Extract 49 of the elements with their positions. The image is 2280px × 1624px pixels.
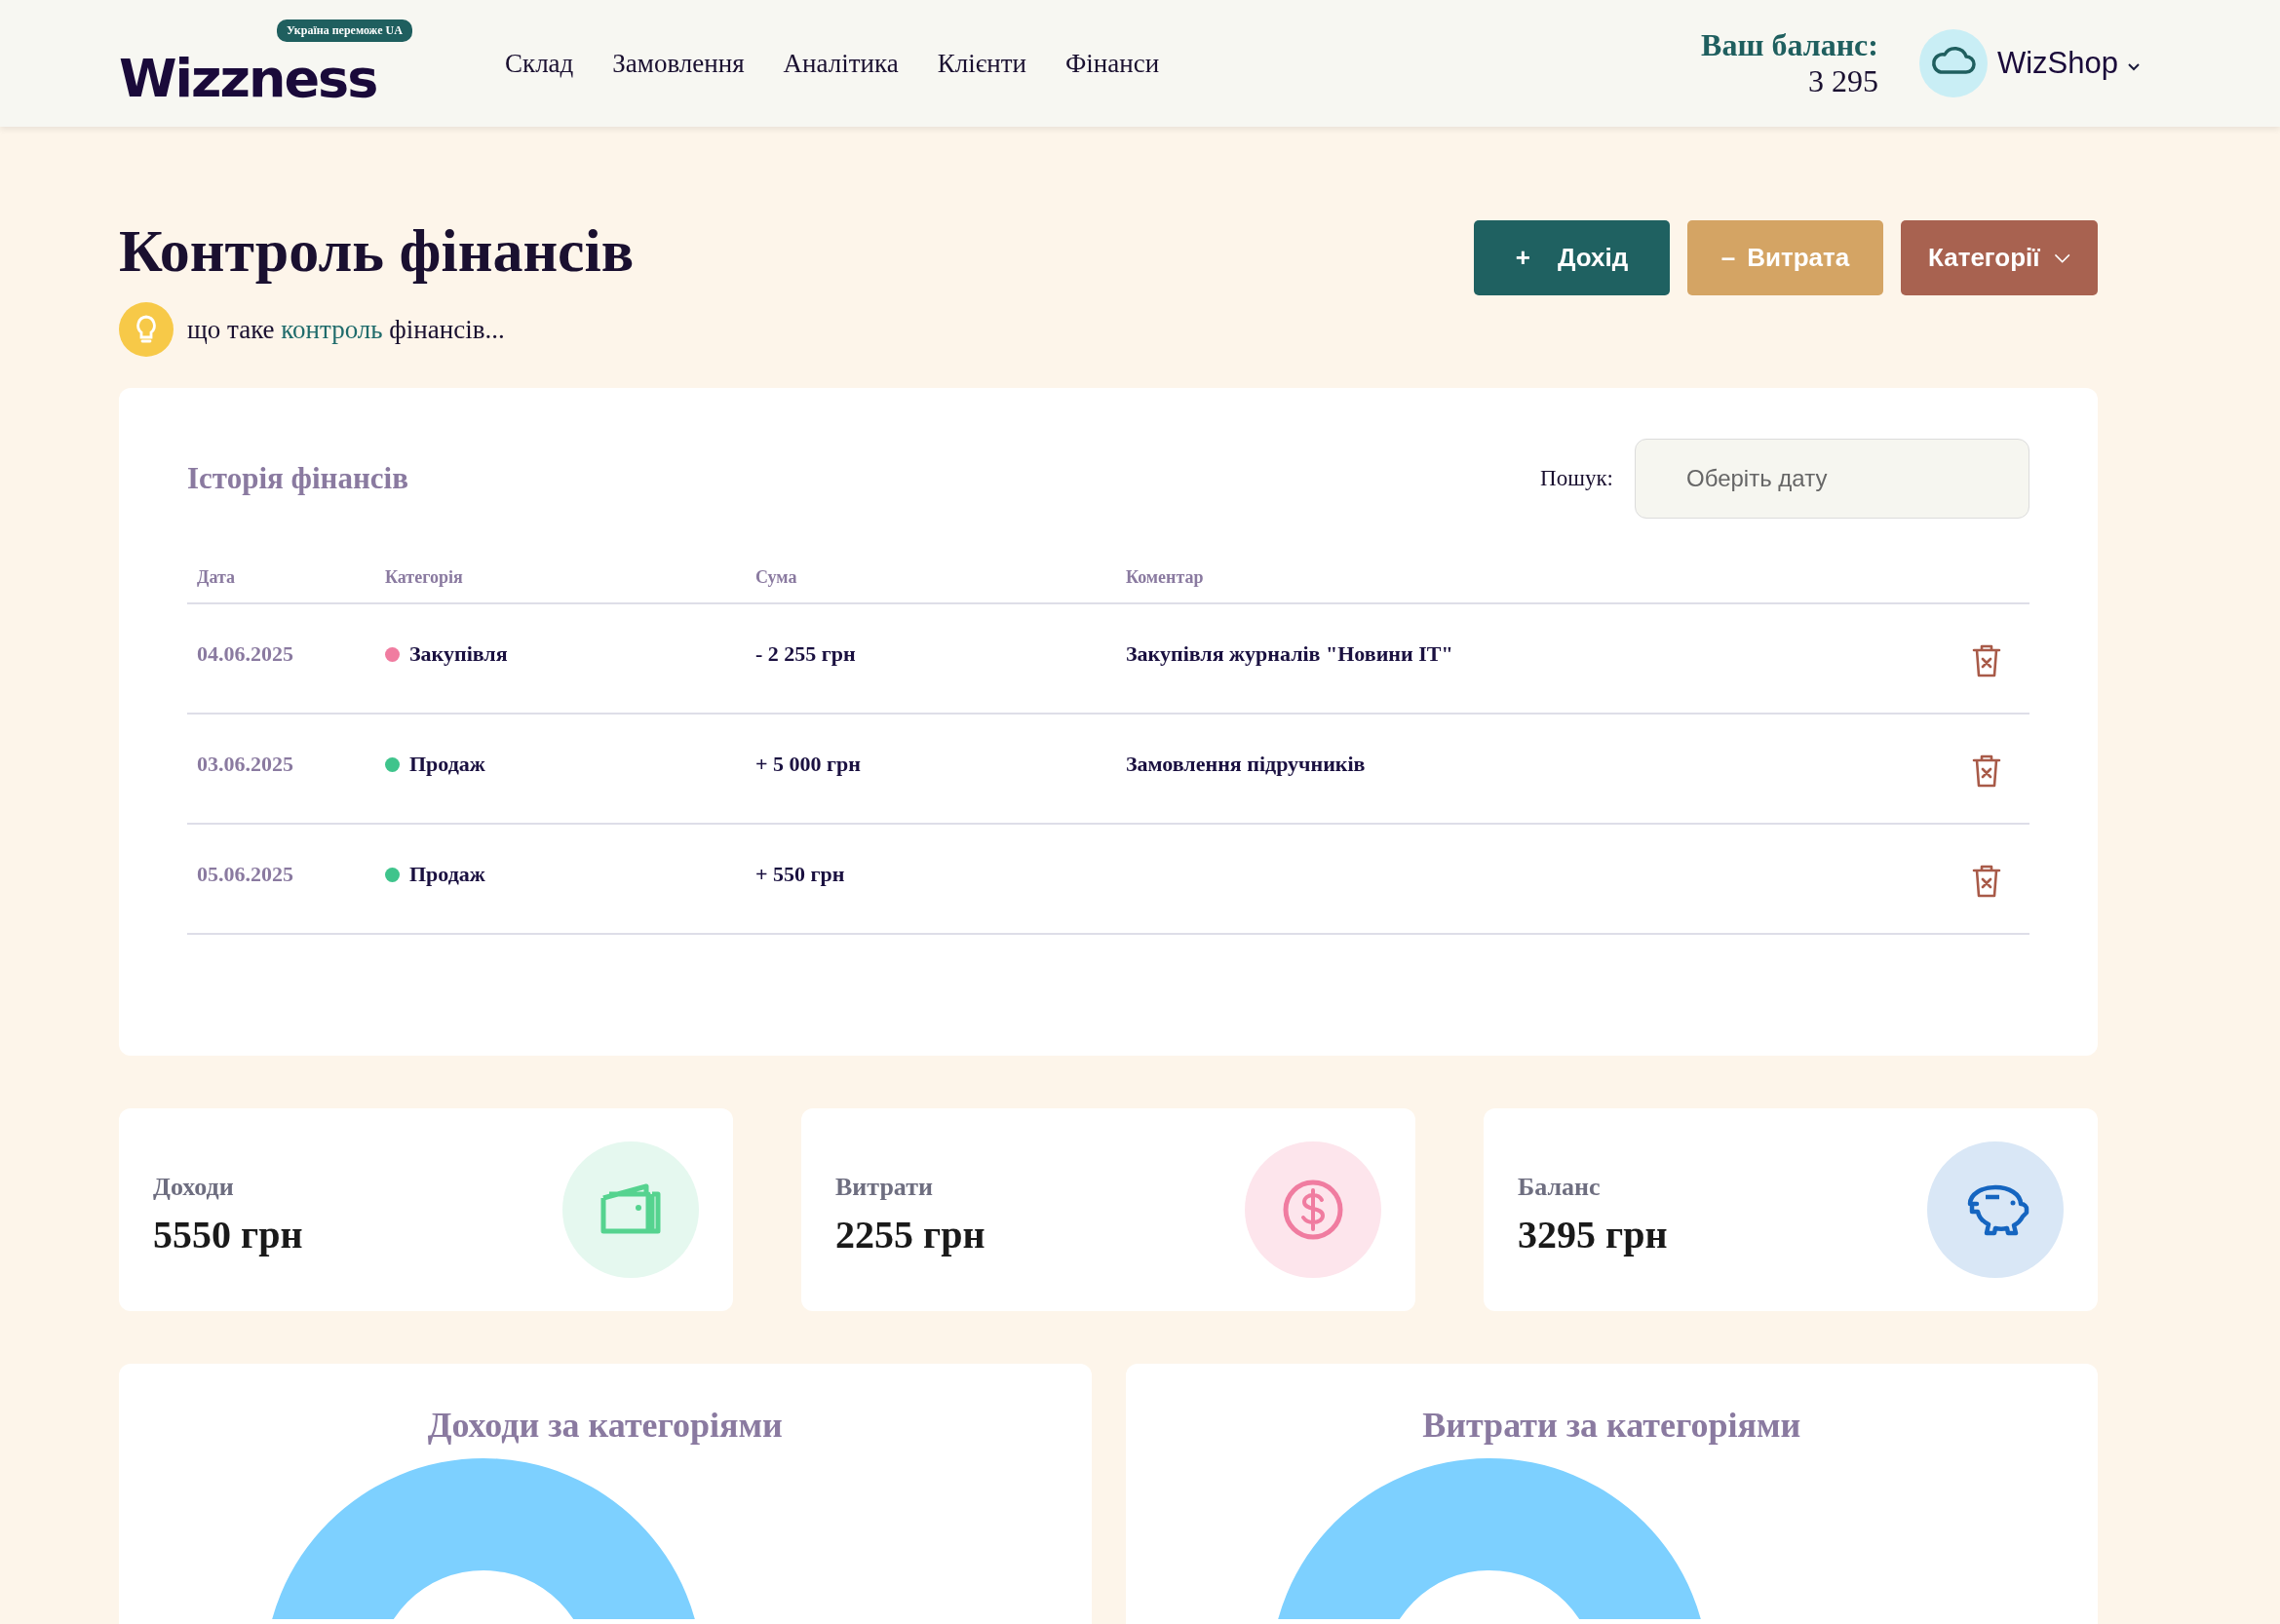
table-cell-text: Замовлення підручників — [1126, 752, 1367, 777]
column-header: Категорія — [385, 567, 464, 588]
table-cell-text: Закупівля журналів "Новини IT" — [1126, 641, 1454, 667]
table-cell-text: + 5 000 грн — [755, 752, 862, 777]
column-header: Дата — [197, 567, 236, 588]
chart-title: Витрати за категоріями — [1422, 1405, 1801, 1446]
search-label: Пошук: — [1540, 466, 1613, 491]
nav-link[interactable]: Замовлення — [612, 48, 745, 79]
column-header: Коментар — [1126, 567, 1205, 588]
chart-title: Доходи за категоріями — [427, 1405, 783, 1446]
stat-value: 3295 грн — [1518, 1211, 1668, 1257]
caret-icon[interactable] — [2128, 63, 2140, 71]
cloud-icon[interactable] — [1918, 29, 1988, 97]
table-cell-text: 03.06.2025 — [197, 752, 294, 777]
logo-badge: Україна переможе UA — [277, 19, 412, 42]
column-header: Сума — [755, 567, 798, 588]
dollar-icon — [1245, 1141, 1381, 1278]
categories-button[interactable]: Категорії — [1901, 220, 2098, 295]
nav-link[interactable]: Аналітика — [783, 48, 899, 79]
delete-icon[interactable] — [1971, 864, 2002, 899]
stat-value: 2255 грн — [835, 1211, 985, 1257]
logo[interactable]: Wizzness — [119, 51, 377, 107]
income-button[interactable]: + Дохід — [1474, 220, 1670, 295]
nav-link[interactable]: Клієнти — [937, 48, 1026, 79]
stat-label: Витрати — [835, 1172, 934, 1202]
stat-label: Баланс — [1518, 1172, 1602, 1202]
balance-label: Ваш баланс: — [1701, 27, 1878, 63]
table-cell: Закупівля — [409, 641, 508, 667]
table-cell-text: - 2 255 грн — [755, 641, 857, 667]
table-cell: Продаж — [409, 752, 485, 777]
date-field[interactable]: Оберіть дату — [1635, 439, 2029, 519]
nav-link[interactable]: Склад — [505, 48, 574, 79]
wallet-icon — [562, 1141, 699, 1278]
delete-icon[interactable] — [1971, 643, 2002, 678]
table-cell-text: + 550 грн — [755, 862, 846, 887]
stat-value: 5550 грн — [153, 1211, 303, 1257]
table-cell-text: 05.06.2025 — [197, 862, 294, 887]
table-cell: Продаж — [409, 862, 485, 887]
lightbulb-icon — [119, 302, 174, 357]
hint-text: що таке контроль фінансів... — [187, 314, 505, 345]
section-title: Історія фінансів — [187, 461, 408, 496]
user-name[interactable]: WizShop — [1996, 46, 2118, 81]
delete-icon[interactable] — [1971, 754, 2002, 789]
piggy-bank-icon — [1927, 1141, 2064, 1278]
stat-label: Доходи — [153, 1172, 235, 1202]
nav-link[interactable]: Фінанси — [1064, 48, 1160, 79]
balance-value: 3 295 — [1807, 63, 1878, 99]
table-cell-text: 04.06.2025 — [197, 641, 294, 667]
hint-link[interactable]: контроль — [281, 314, 383, 344]
